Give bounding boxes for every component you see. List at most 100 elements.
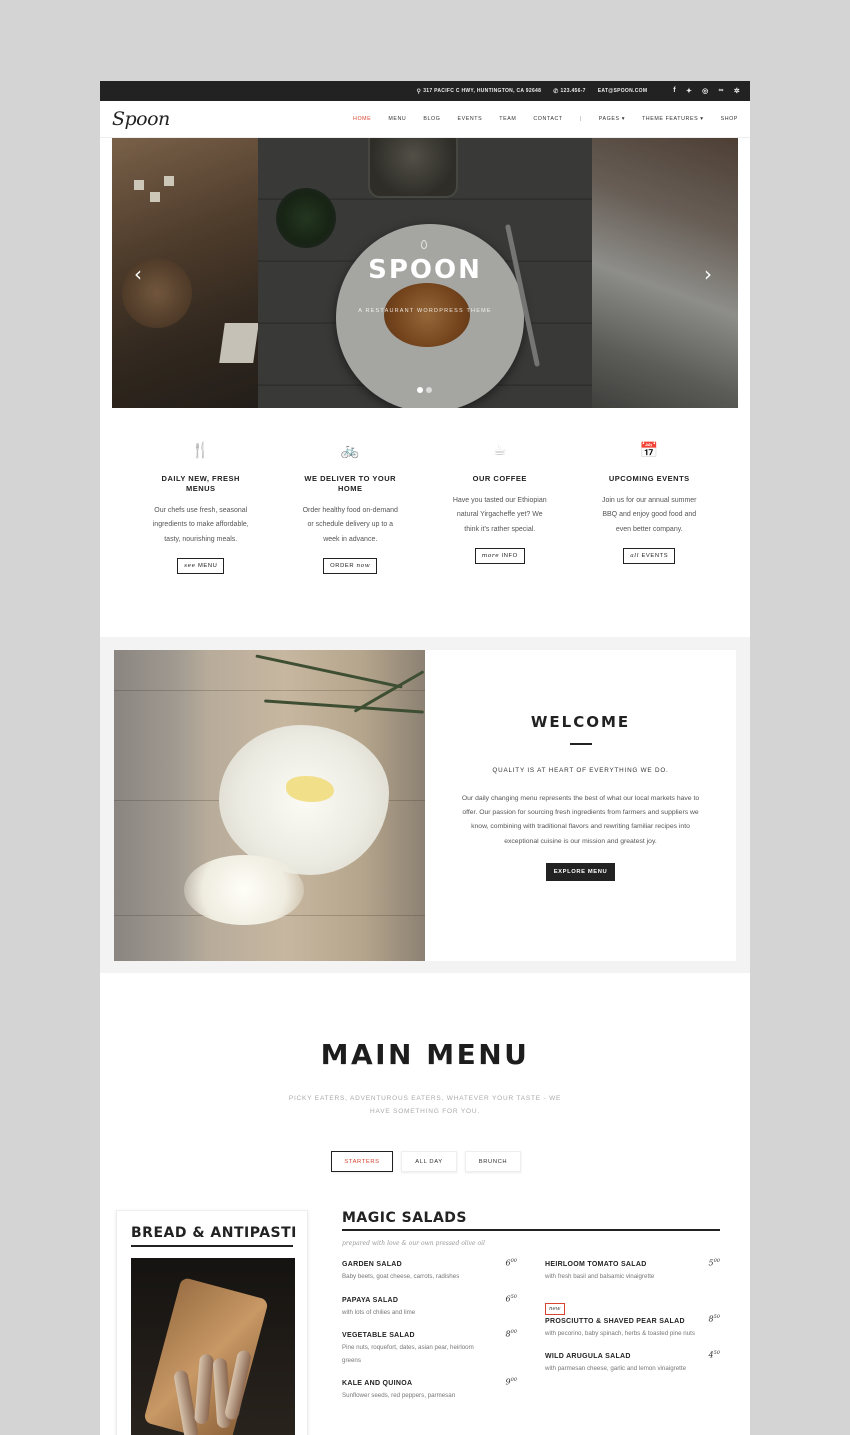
button-caps-part: INFO [501,552,518,559]
all-events-button[interactable]: all EVENTS [623,547,676,564]
yelp-icon[interactable]: ✲ [734,87,740,95]
card-divider [131,1245,293,1247]
welcome-section: WELCOME QUALITY IS AT HEART OF EVERYTHIN… [100,637,750,973]
item-name: VEGETABLE SALAD [342,1332,415,1339]
slider-prev-arrow-icon[interactable]: ‹ [134,262,142,286]
item-desc: with parmesan cheese, garlic and lemon v… [545,1365,687,1372]
price-cents: 50 [713,1350,720,1356]
welcome-subtitle: QUALITY IS AT HEART OF EVERYTHING WE DO. [492,767,669,774]
button-caps-part: ORDER [330,562,355,569]
item-price: 800 [506,1329,517,1339]
phone-icon: ✆ [553,88,559,95]
price-cents: 50 [713,1313,720,1320]
salads-right-column: HEIRLOOM TOMATO SALAD with fresh basil a… [545,1258,720,1389]
hero-subtitle: A RESTAURANT WORDPRESS THEME [358,308,492,314]
button-italic-part: see [184,562,196,569]
address-text: 317 PACIFC C HWY, HUNTINGTON, CA 92648 [423,88,542,94]
new-badge: new [545,1302,565,1315]
menu-item: HEIRLOOM TOMATO SALAD with fresh basil a… [545,1258,720,1284]
site-header: Spoon HOME MENU BLOG EVENTS TEAM CONTACT… [100,101,750,138]
main-menu-title: MAIN MENU [320,1038,530,1071]
feature-title: UPCOMING EVENTS [608,474,690,483]
tab-starters[interactable]: STARTERS [331,1151,393,1172]
item-desc: with fresh basil and balsamic vinaigrett… [545,1273,655,1280]
nav-menu[interactable]: MENU [388,116,406,122]
main-menu-subtitle: PICKY EATERS, ADVENTUROUS EATERS, WHATEV… [288,1095,562,1115]
menu-item: KALE AND QUINOA Sunflower seeds, red pep… [342,1377,517,1403]
explore-menu-button[interactable]: EXPLORE MENU [545,862,616,881]
feature-fresh-menus: 🍴 DAILY NEW, FRESH MENUS Our chefs use f… [126,441,276,574]
welcome-panel: WELCOME QUALITY IS AT HEART OF EVERYTHIN… [425,650,736,961]
magic-salads-section: MAGIC SALADS prepared with love & our ow… [342,1210,720,1399]
nav-team[interactable]: TEAM [499,116,516,122]
more-info-button[interactable]: more INFO [474,547,525,564]
feature-text: Have you tasted our Ethiopian natural Yi… [452,497,547,533]
tab-brunch[interactable]: BRUNCH [465,1151,521,1172]
menu-tabs: STARTERS ALL DAY BRUNCH [331,1151,521,1172]
button-caps-part: MENU [197,562,218,569]
tab-all-day[interactable]: ALL DAY [401,1151,457,1172]
button-italic-part: all [630,552,640,559]
nav-separator: | [579,116,582,122]
welcome-image [114,650,425,961]
item-name: PAPAYA SALAD [342,1296,399,1304]
button-italic-part: now [356,562,371,569]
menu-item: new PROSCIUTTO & SHAVED PEAR SALAD with … [545,1297,720,1341]
nav-home[interactable]: HOME [353,116,371,122]
phone-text: 123.456-7 [560,88,586,94]
breadsticks-image [131,1258,295,1435]
see-menu-button[interactable]: see MENU [177,557,225,574]
item-desc: with lots of chilies and lime [342,1308,416,1316]
salads-title: MAGIC SALADS [342,1210,467,1226]
order-now-button[interactable]: ORDER now [323,557,378,574]
price-cents: 00 [510,1377,517,1383]
menu-item: GARDEN SALAD Baby beets, goat cheese, ca… [342,1258,517,1284]
top-info-bar: ⚲ 317 PACIFC C HWY, HUNTINGTON, CA 92648… [100,81,750,101]
button-italic-part: more [481,552,500,559]
main-nav: HOME MENU BLOG EVENTS TEAM CONTACT | PAG… [353,116,738,122]
item-desc: Baby beets, goat cheese, carrots, radish… [342,1273,460,1280]
price-cents: 50 [510,1293,517,1300]
item-price: 900 [506,1377,517,1387]
utensils-icon: 🍴 [191,441,211,459]
slider-dots [417,387,432,393]
slider-dot-1[interactable] [417,387,423,393]
logo[interactable]: Spoon [112,108,170,130]
feature-events: 📅 UPCOMING EVENTS Join us for our annual… [575,441,725,574]
nav-pages[interactable]: PAGES ▾ [599,116,625,122]
slider-dot-2[interactable] [426,387,432,393]
phone-info[interactable]: ✆ 123.456-7 [553,88,586,95]
item-price: 450 [709,1350,720,1360]
item-name: KALE AND QUINOA [342,1380,413,1387]
item-desc: Pine nuts, roquefort, dates, asian pear,… [342,1344,474,1364]
instagram-icon[interactable]: ◎ [702,87,708,95]
bicycle-icon: 🚲 [340,441,360,459]
feature-text: Order healthy food on-demand or schedule… [302,507,398,543]
title-divider [569,743,592,745]
item-price: 850 [709,1314,720,1324]
price-cents: 00 [713,1258,720,1264]
button-caps-part: EVENTS [641,552,669,559]
features-row: 🍴 DAILY NEW, FRESH MENUS Our chefs use f… [126,441,724,574]
nav-blog[interactable]: BLOG [423,116,440,122]
nav-contact[interactable]: CONTACT [533,116,562,122]
facebook-icon[interactable]: f [673,87,676,95]
bread-antipasti-card[interactable]: BREAD & ANTIPASTI [116,1210,308,1435]
twitter-icon[interactable]: ✦ [686,87,692,95]
feature-text: Our chefs use fresh, seasonal ingredient… [152,507,249,543]
tripadvisor-icon[interactable]: ∞ [719,87,724,95]
price-cents: 00 [510,1329,517,1335]
hero-slider: SPOON A RESTAURANT WORDPRESS THEME ‹ › [112,138,738,408]
nav-events[interactable]: EVENTS [457,116,482,122]
feature-text: Join us for our annual summer BBQ and en… [601,497,697,533]
feature-title: OUR COFFEE [472,474,527,483]
email-info[interactable]: EAT@SPOON.COM [598,88,648,94]
nav-shop[interactable]: SHOP [721,116,738,122]
calendar-icon: 📅 [639,441,659,459]
item-desc: Sunflower seeds, red peppers, parmesan [342,1392,456,1399]
slider-next-arrow-icon[interactable]: › [704,262,712,286]
nav-theme-features[interactable]: THEME FEATURES ▾ [642,116,704,122]
menu-item: PAPAYA SALAD with lots of chilies and li… [342,1293,517,1320]
salads-divider [342,1229,720,1231]
price-cents: 00 [510,1258,517,1264]
